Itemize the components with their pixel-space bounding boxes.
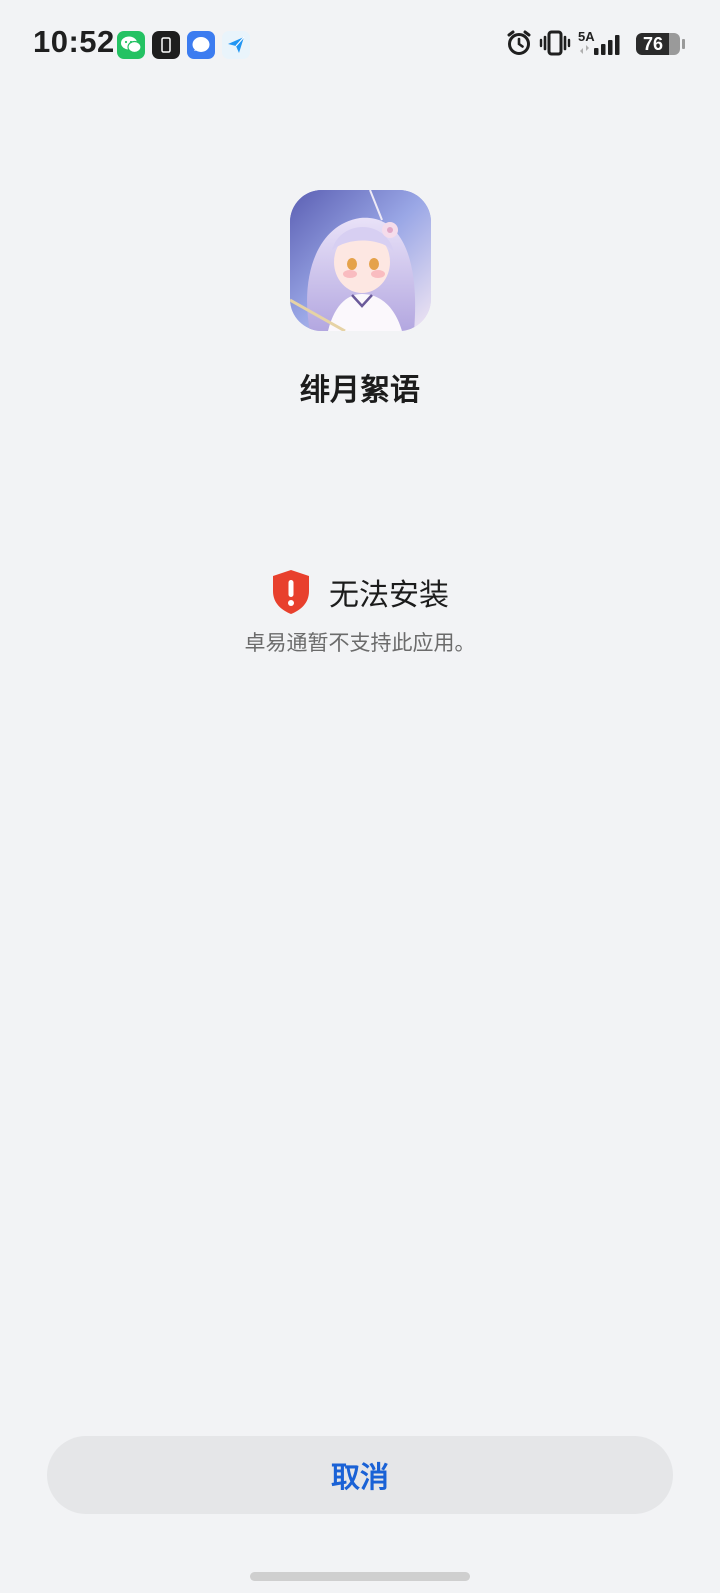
- error-description: 卓易通暂不支持此应用。: [244, 631, 476, 655]
- app-icon-artwork: [290, 190, 431, 331]
- home-indicator[interactable]: [250, 1572, 470, 1581]
- shield-alert-icon: [273, 570, 309, 614]
- vibrate-icon: [539, 30, 571, 56]
- wechat-icon: [117, 31, 145, 59]
- signal-icon: [580, 35, 620, 55]
- dark-app-icon: [152, 31, 180, 59]
- error-title: 无法安装: [329, 578, 449, 613]
- battery-cap: [682, 39, 685, 49]
- status-bar: 10:52 5A 76: [0, 0, 720, 90]
- error-header: 无法安装: [0, 568, 720, 616]
- alarm-icon: [507, 30, 531, 55]
- app-icon: [290, 190, 431, 331]
- app-name: 绯月絮语: [300, 373, 420, 408]
- battery-level-text: 76: [642, 34, 664, 54]
- send-app-icon: [222, 31, 250, 59]
- message-icon: [187, 31, 215, 59]
- cancel-button[interactable]: 取消: [47, 1436, 673, 1514]
- status-time: 10:52: [33, 24, 115, 59]
- battery-icon: 76: [636, 33, 680, 55]
- install-screen: 10:52 5A 76 绯月絮语 无法安装 卓易通暂不支持此应用。 取消: [0, 0, 720, 1593]
